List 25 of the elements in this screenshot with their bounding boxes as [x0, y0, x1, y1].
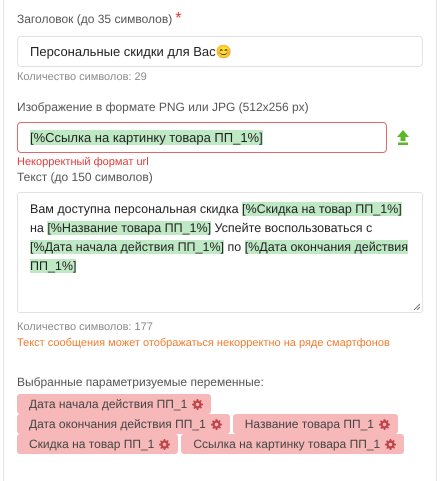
error-message: Некорректный формат url — [17, 156, 150, 168]
variable-tag[interactable]: Название товара ПП_1 — [232, 414, 398, 434]
warning-message: Текст сообщения может отображаться некорректно на ряде смартфонов — [17, 337, 391, 349]
field-label: Изображение в формате PNG или JPG (512x256 px) — [17, 100, 310, 114]
variable-tag[interactable]: Ссылка на картинку товара ПП_1 — [181, 434, 404, 454]
variable-tag[interactable]: Скидка на товар ПП_1 — [17, 434, 178, 454]
field-label: Текст (до 150 символов) — [17, 170, 154, 184]
section-label: Выбранные параметризуемые переменные: — [17, 375, 265, 389]
character-count: Количество символов: 29 — [17, 71, 148, 83]
upload-icon[interactable] — [397, 130, 409, 145]
character-count: Количество символов: 177 — [17, 321, 154, 333]
gear-icon[interactable] — [159, 438, 170, 450]
gear-icon[interactable] — [192, 398, 204, 410]
gear-icon[interactable] — [210, 418, 222, 430]
message-text: Вам доступна персональная скидка [%Скидка на товар ПП_1%] на [%Название товара ПП_1%] Успейте воспользоваться с [%Дата начала действия ПП_1%] по [%Дата окончания действия ПП_1%] — [30, 201, 410, 275]
variable-tag[interactable]: Дата окончания действия ПП_1 — [17, 414, 230, 434]
title-input[interactable]: Персональные скидки для Вас😊 — [17, 36, 423, 67]
message-textarea[interactable]: Вам доступна персональная скидка [%Скидка на товар ПП_1%] на [%Название товара ПП_1%] Успейте воспользоваться с [%Дата начала действия ПП_1%] по [%Дата окончания действия ПП_1%] — [17, 192, 423, 313]
gear-icon[interactable] — [378, 418, 390, 430]
variable-tag[interactable]: Дата начала действия ПП_1 — [17, 394, 212, 414]
field-label: Заголовок (до 35 символов) — [17, 12, 172, 26]
required-mark: * — [175, 10, 182, 28]
resize-handle-icon[interactable] — [413, 303, 420, 310]
image-url-input[interactable]: [%Ссылка на картинку товара ПП_1%] — [17, 122, 387, 153]
gear-icon[interactable] — [385, 438, 396, 450]
